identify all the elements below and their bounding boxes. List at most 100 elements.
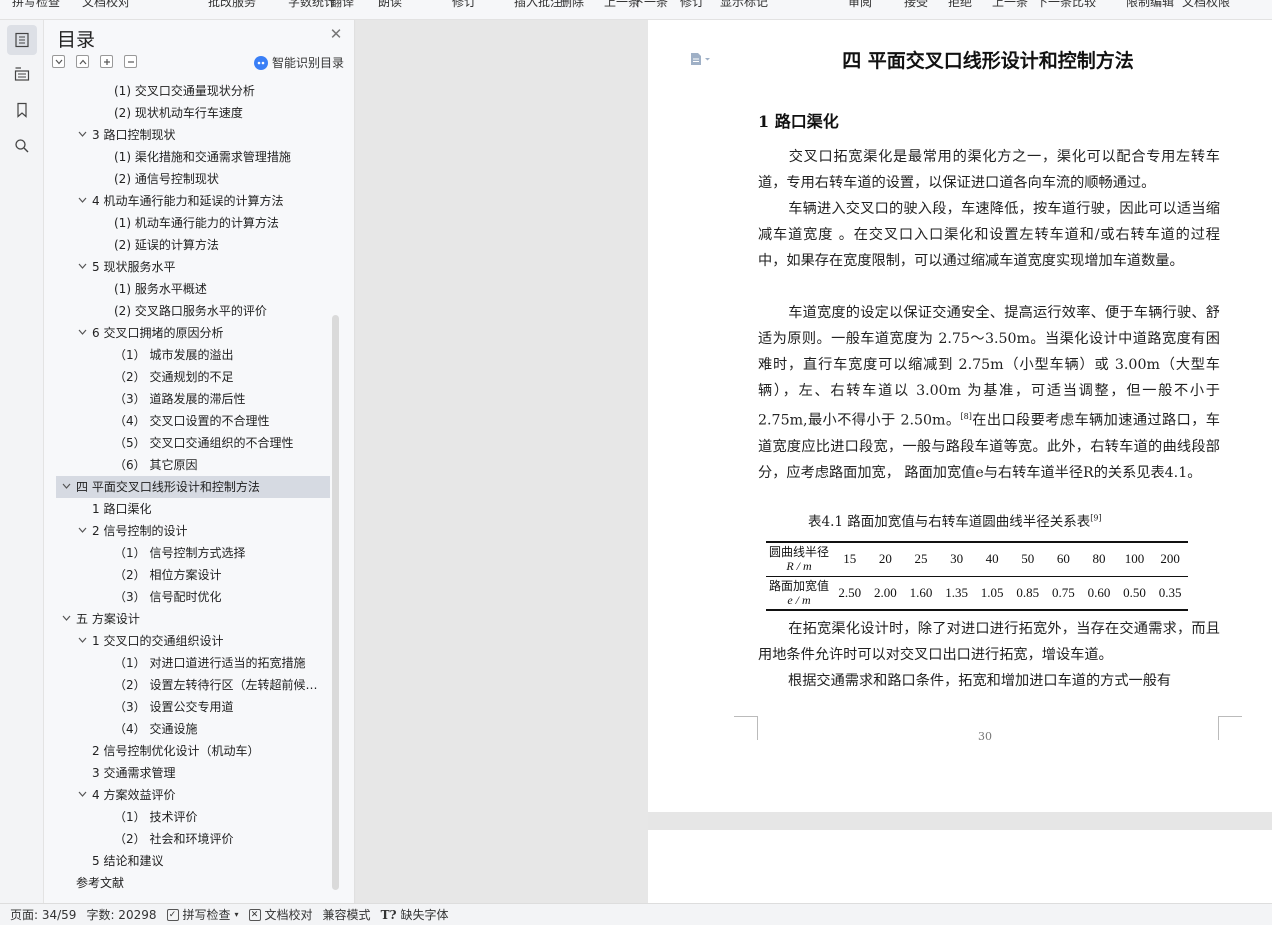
table-cell: 40 bbox=[974, 541, 1010, 577]
toc-item[interactable]: 1 路口渠化 bbox=[92, 498, 322, 520]
toc-item[interactable]: （1） 信号控制方式选择 bbox=[114, 542, 322, 564]
toc-item[interactable]: （3） 设置公交专用道 bbox=[114, 696, 322, 718]
toc-item[interactable]: 4 方案效益评价 bbox=[78, 784, 322, 806]
toolbar-button[interactable]: 拒绝 bbox=[948, 0, 972, 10]
toc-item[interactable]: (1) 机动车通行能力的计算方法 bbox=[114, 212, 322, 234]
toc-item[interactable]: (1) 服务水平概述 bbox=[114, 278, 322, 300]
page-number: 30 bbox=[978, 730, 992, 743]
toolbar-button[interactable]: 翻译 bbox=[330, 0, 354, 10]
toc-icon[interactable] bbox=[7, 25, 37, 55]
proof-icon: ✕ bbox=[248, 908, 261, 921]
table-cell: 2.50 bbox=[832, 576, 868, 611]
toolbar-button[interactable]: 上一条 bbox=[992, 0, 1028, 10]
toolbar-button[interactable]: 显示标记 bbox=[720, 0, 768, 10]
toc-scrollbar[interactable] bbox=[332, 315, 339, 890]
toc-item[interactable]: （4） 交叉口设置的不合理性 bbox=[114, 410, 322, 432]
toc-item[interactable]: 1 交叉口的交通组织设计 bbox=[78, 630, 322, 652]
toc-item[interactable]: 3 路口控制现状 bbox=[78, 124, 322, 146]
toc-item[interactable]: （2） 交通规划的不足 bbox=[114, 366, 322, 388]
proofread-button[interactable]: ✕ 文档校对 bbox=[248, 906, 313, 923]
toc-item[interactable]: 3 交通需求管理 bbox=[92, 762, 322, 784]
table-cell: 2.00 bbox=[867, 576, 904, 611]
chevron-down-icon[interactable] bbox=[76, 630, 88, 652]
toolbar-button[interactable]: 下一条 bbox=[1036, 0, 1072, 10]
toolbar-button[interactable]: 字数统计 bbox=[288, 0, 336, 10]
table-cell: 60 bbox=[1045, 541, 1082, 577]
document-page[interactable]: 四 平面交叉口线形设计和控制方法 1 路口渠化 交叉口拓宽渠化是最常用的渠化方之… bbox=[648, 20, 1272, 812]
toolbar-button[interactable]: 比较 bbox=[1072, 0, 1096, 10]
search-icon[interactable] bbox=[7, 131, 37, 161]
toolbar-button[interactable]: 修订 bbox=[680, 0, 704, 10]
toc-item[interactable]: 2 信号控制的设计 bbox=[78, 520, 322, 542]
toolbar-button[interactable]: 拼写检查 bbox=[12, 0, 60, 10]
outline-icon[interactable] bbox=[7, 59, 37, 89]
toc-item[interactable]: （3） 道路发展的滞后性 bbox=[114, 388, 322, 410]
toolbar-button[interactable]: 限制编辑 bbox=[1126, 0, 1174, 10]
missing-font-button[interactable]: T? 缺失字体 bbox=[381, 906, 449, 923]
toc-item[interactable]: (2) 交叉路口服务水平的评价 bbox=[114, 300, 322, 322]
toc-item-label: （4） 交通设施 bbox=[114, 722, 198, 736]
toc-item[interactable]: 5 结论和建议 bbox=[92, 850, 322, 872]
toc-item[interactable]: (2) 延误的计算方法 bbox=[114, 234, 322, 256]
toc-item[interactable]: （6） 其它原因 bbox=[114, 454, 322, 476]
collapse-all-icon[interactable] bbox=[52, 55, 65, 68]
bookmark-icon[interactable] bbox=[7, 95, 37, 125]
chevron-down-icon[interactable] bbox=[76, 520, 88, 542]
table-caption: 表4.1 路面加宽值与右转车道圆曲线半径关系表[9] bbox=[808, 513, 1102, 531]
reference-mark[interactable]: [8] bbox=[961, 412, 972, 421]
toolbar-button[interactable]: 文档权限 bbox=[1182, 0, 1230, 10]
toc-item[interactable]: (2) 现状机动车行车速度 bbox=[114, 102, 322, 124]
toolbar-button[interactable]: 插入批注 bbox=[514, 0, 562, 10]
word-count[interactable]: 字数: 20298 bbox=[86, 906, 156, 923]
toc-item[interactable]: (1) 渠化措施和交通需求管理措施 bbox=[114, 146, 322, 168]
toolbar-button[interactable]: 下一条 bbox=[632, 0, 668, 10]
spell-check-button[interactable]: ✓ 拼写检查 ▾ bbox=[166, 906, 239, 923]
toc-item[interactable]: （1） 技术评价 bbox=[114, 806, 322, 828]
toc-item[interactable]: （2） 社会和环境评价 bbox=[114, 828, 322, 850]
toolbar-button[interactable]: 修订 bbox=[452, 0, 476, 10]
toc-item[interactable]: 5 现状服务水平 bbox=[78, 256, 322, 278]
toc-item[interactable]: (1) 交叉口交通量现状分析 bbox=[114, 80, 322, 102]
toolbar-button[interactable]: 审阅 bbox=[848, 0, 872, 10]
expand-up-icon[interactable] bbox=[76, 55, 89, 68]
toc-item[interactable]: （1） 对进口道进行适当的拓宽措施 bbox=[114, 652, 322, 674]
toc-item[interactable]: （4） 交通设施 bbox=[114, 718, 322, 740]
toolbar-button[interactable]: 删除 bbox=[560, 0, 584, 10]
toc-item[interactable]: （1） 城市发展的溢出 bbox=[114, 344, 322, 366]
chevron-down-icon[interactable] bbox=[76, 256, 88, 278]
add-level-icon[interactable] bbox=[100, 55, 113, 68]
toolbar-button[interactable]: 朗读 bbox=[378, 0, 402, 10]
toolbar-button[interactable]: 批改服务 bbox=[208, 0, 256, 10]
chevron-down-icon[interactable] bbox=[76, 784, 88, 806]
page-indicator[interactable]: 页面: 34/59 bbox=[10, 906, 76, 923]
reference-mark[interactable]: [9] bbox=[1090, 514, 1101, 523]
table-cell: 20 bbox=[867, 541, 904, 577]
paragraph: 车辆进入交叉口的驶入段，车速降低，按车道行驶，因此可以适当缩减车道宽度 。在交叉… bbox=[758, 201, 1220, 269]
remove-level-icon[interactable] bbox=[124, 55, 137, 68]
toc-item-label: 2 信号控制优化设计（机动车） bbox=[92, 744, 260, 758]
next-page[interactable] bbox=[648, 830, 1272, 903]
table-row-header: 路面加宽值 e / m bbox=[766, 576, 832, 611]
chevron-down-icon[interactable] bbox=[76, 322, 88, 344]
smart-toc-button[interactable]: 智能识别目录 bbox=[254, 54, 344, 71]
toolbar-button[interactable]: 文档校对 bbox=[82, 0, 130, 10]
toc-item[interactable]: 参考文献 bbox=[76, 872, 322, 894]
toc-item[interactable]: 五 方案设计 bbox=[62, 608, 322, 630]
toc-item[interactable]: 4 机动车通行能力和延误的计算方法 bbox=[78, 190, 322, 212]
toc-item[interactable]: （5） 交叉口交通组织的不合理性 bbox=[114, 432, 322, 454]
toc-item[interactable]: (2) 通信号控制现状 bbox=[114, 168, 322, 190]
toc-item[interactable]: 2 信号控制优化设计（机动车） bbox=[92, 740, 322, 762]
toc-item-label: 4 方案效益评价 bbox=[92, 788, 176, 802]
toc-item[interactable]: （2） 相位方案设计 bbox=[114, 564, 322, 586]
chevron-down-icon[interactable] bbox=[60, 476, 72, 498]
chevron-down-icon[interactable] bbox=[76, 124, 88, 146]
toc-item[interactable]: （2） 设置左转待行区（左转超前候驶区） bbox=[114, 674, 322, 696]
chapter-heading: 四 平面交叉口线形设计和控制方法 bbox=[842, 50, 1134, 72]
chevron-down-icon[interactable] bbox=[60, 608, 72, 630]
toc-item[interactable]: （3） 信号配时优化 bbox=[114, 586, 322, 608]
chevron-down-icon[interactable] bbox=[76, 190, 88, 212]
toolbar-button[interactable]: 接受 bbox=[904, 0, 928, 10]
close-icon[interactable]: ✕ bbox=[328, 25, 344, 43]
toc-item[interactable]: 6 交叉口拥堵的原因分析 bbox=[78, 322, 322, 344]
toc-item[interactable]: 四 平面交叉口线形设计和控制方法 bbox=[62, 476, 322, 498]
